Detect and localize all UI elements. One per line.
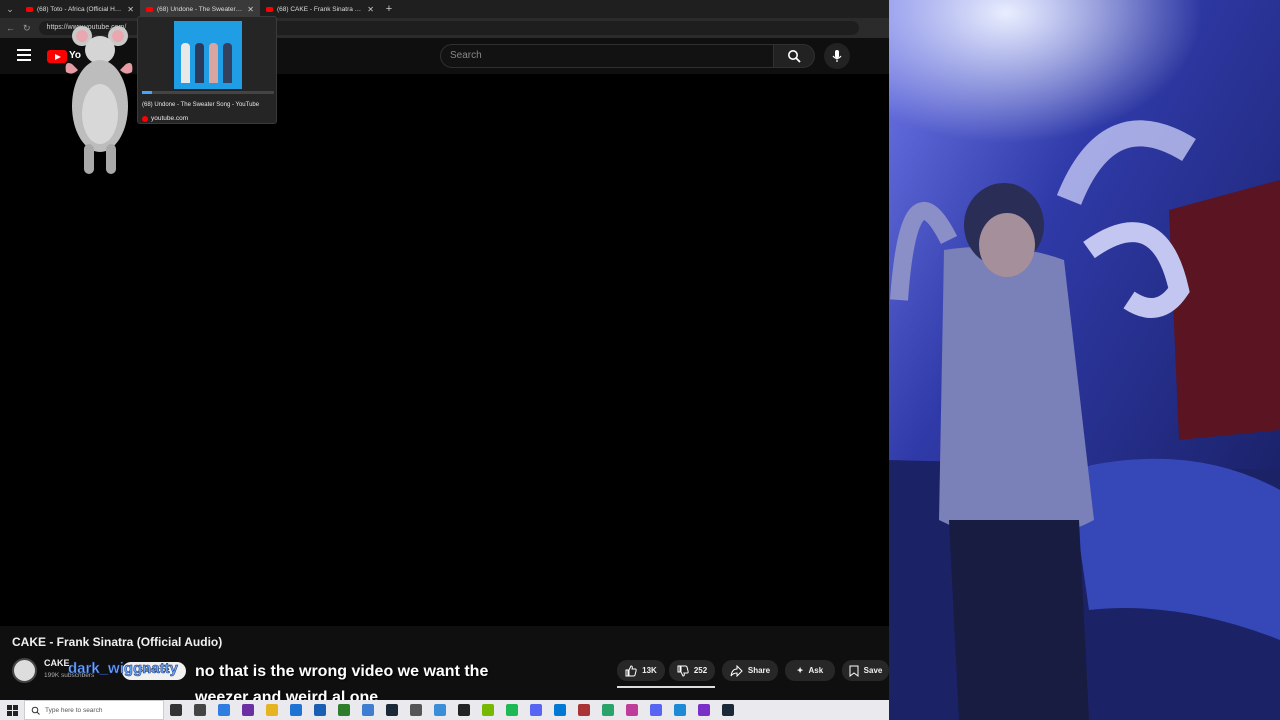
- preview-thumbnail: [174, 21, 242, 89]
- like-button[interactable]: 13K: [617, 660, 665, 681]
- ask-label: Ask: [808, 666, 824, 675]
- new-tab-button[interactable]: +: [380, 3, 398, 15]
- close-tab-icon[interactable]: ✕: [367, 5, 374, 14]
- youtube-favicon-icon: [146, 6, 153, 12]
- taskbar: Type here to search: [0, 700, 889, 720]
- share-button[interactable]: Share: [722, 660, 778, 681]
- notepad-icon[interactable]: [434, 704, 446, 716]
- reload-icon[interactable]: ↻: [23, 23, 31, 34]
- tab-title: (68) Toto - Africa (Official HD Video): [37, 5, 123, 13]
- preview-domain: youtube.com: [142, 115, 188, 122]
- preview-progress-bar: [142, 91, 274, 94]
- vscode-icon[interactable]: [554, 704, 566, 716]
- channel-avatar[interactable]: [12, 658, 37, 683]
- youtube-favicon-icon: [266, 6, 273, 12]
- share-label: Share: [747, 666, 771, 675]
- tab-title: (68) Undone - The Sweater Song: [157, 5, 244, 13]
- browser-window: ⌄ (68) Toto - Africa (Official HD Video)…: [0, 0, 889, 706]
- settings-icon[interactable]: [410, 704, 422, 716]
- discord-icon[interactable]: [530, 704, 542, 716]
- tab-hover-preview: (68) Undone - The Sweater Song - YouTube…: [137, 16, 277, 124]
- windows-logo-icon: [6, 704, 18, 716]
- like-ratio-bar: [617, 686, 715, 688]
- discord-alt-icon[interactable]: [650, 704, 662, 716]
- taskbar-search-placeholder: Type here to search: [45, 706, 103, 714]
- search-icon: [31, 706, 40, 715]
- music-icon[interactable]: [578, 704, 590, 716]
- dislike-count: 252: [693, 666, 708, 675]
- channel-name[interactable]: CAKE: [44, 658, 70, 668]
- close-tab-icon[interactable]: ✕: [127, 5, 134, 14]
- tab-title: (68) CAKE - Frank Sinatra (Official Audi…: [277, 5, 363, 13]
- steam-icon[interactable]: [386, 704, 398, 716]
- video-title: CAKE - Frank Sinatra (Official Audio): [12, 635, 223, 649]
- spotify-icon[interactable]: [506, 704, 518, 716]
- screen: ⌄ (68) Toto - Africa (Official HD Video)…: [0, 0, 1280, 720]
- start-button[interactable]: [0, 700, 24, 720]
- steam-alt-icon[interactable]: [722, 704, 734, 716]
- obs-icon[interactable]: [242, 704, 254, 716]
- file-explorer-icon[interactable]: [266, 704, 278, 716]
- taskbar-app-icons: [164, 704, 740, 716]
- task-view-icon[interactable]: [170, 704, 182, 716]
- microphone-icon: [832, 50, 842, 62]
- preview-title: (68) Undone - The Sweater Song - YouTube: [142, 102, 260, 108]
- chat-username: dark_wiggnatty: [68, 660, 179, 678]
- bookmark-icon: [849, 665, 859, 677]
- chrome-alt-icon[interactable]: [602, 704, 614, 716]
- like-count: 13K: [642, 666, 657, 675]
- gpu-icon[interactable]: [482, 704, 494, 716]
- webcam-feed: [889, 0, 1280, 720]
- sparkle-icon: ✦: [796, 666, 804, 675]
- share-icon: [730, 664, 743, 677]
- back-arrow-icon[interactable]: ←: [6, 23, 15, 33]
- circle-app-icon[interactable]: [698, 704, 710, 716]
- search-button[interactable]: [773, 44, 815, 68]
- youtube-favicon-icon: [142, 115, 148, 122]
- chrome-icon[interactable]: [218, 704, 230, 716]
- tab-search-chevron-icon[interactable]: ⌄: [0, 0, 20, 18]
- dislike-button[interactable]: 252: [669, 660, 715, 681]
- youtube-favicon-icon: [26, 6, 33, 12]
- thumbs-up-icon: [625, 664, 637, 676]
- thumbs-down-icon: [677, 665, 689, 677]
- tab-cake[interactable]: (68) CAKE - Frank Sinatra (Official Audi…: [260, 0, 380, 18]
- dancing-mouse-sticker: [65, 26, 133, 174]
- save-label: Save: [863, 666, 883, 675]
- cortana-icon[interactable]: [194, 704, 206, 716]
- unity-icon[interactable]: [458, 704, 470, 716]
- preview-domain-text: youtube.com: [151, 115, 189, 122]
- photo-icon[interactable]: [674, 704, 686, 716]
- calendar-icon[interactable]: [338, 704, 350, 716]
- search-input[interactable]: Search: [440, 44, 774, 68]
- outlook-icon[interactable]: [314, 704, 326, 716]
- mail-icon[interactable]: [362, 704, 374, 716]
- affinity-icon[interactable]: [626, 704, 638, 716]
- taskbar-search-input[interactable]: Type here to search: [24, 700, 164, 720]
- menu-icon[interactable]: [17, 49, 31, 61]
- save-button[interactable]: Save: [842, 660, 889, 681]
- search-icon: [788, 50, 801, 63]
- ask-button[interactable]: ✦ Ask: [785, 660, 835, 681]
- voice-search-button[interactable]: [824, 43, 850, 69]
- close-tab-icon[interactable]: ✕: [247, 5, 254, 14]
- edge-icon[interactable]: [290, 704, 302, 716]
